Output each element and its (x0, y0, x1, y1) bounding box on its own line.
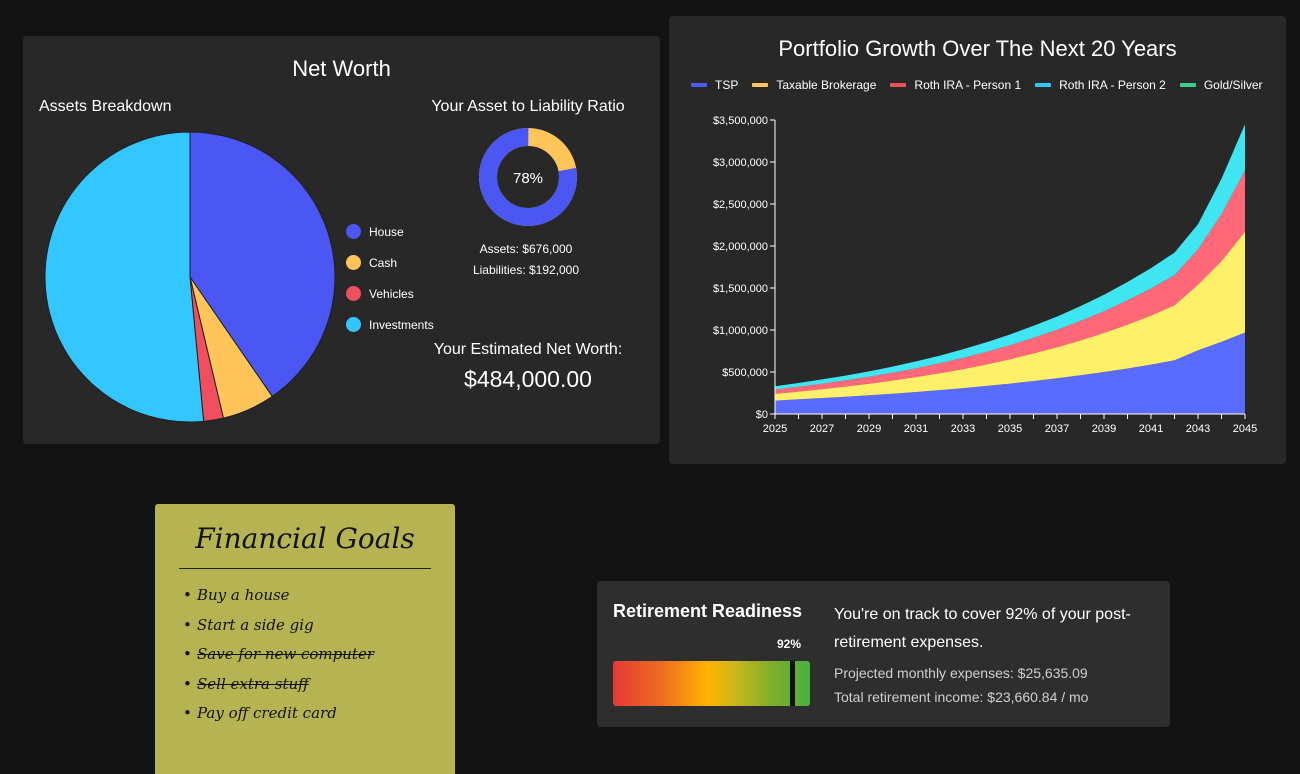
x-tick-label: 2045 (1233, 423, 1257, 435)
gold-silver-swatch (1179, 83, 1196, 87)
legend-label-tsp: TSP (715, 78, 739, 92)
retirement-income: Total retirement income: $23,660.84 / mo (834, 689, 1089, 705)
x-tick-label: 2037 (1045, 423, 1069, 435)
y-tick-label: $1,500,000 (713, 283, 768, 295)
legend-label-roth-ira-person-2: Roth IRA - Person 2 (1059, 78, 1166, 92)
retirement-readiness-title: Retirement Readiness (613, 601, 803, 621)
readiness-percent: 92% (777, 637, 802, 651)
portfolio-growth-chart[interactable]: $0 $500,000 $1,000,000 $1,500,000 $2,000,000… (669, 106, 1286, 456)
goal-text: Pay off credit card (197, 704, 337, 722)
x-tick-label: 2029 (857, 423, 881, 435)
growth-chart-title: Portfolio Growth Over The Next 20 Years (778, 36, 1177, 61)
goal-text: Start a side gig (197, 615, 314, 634)
legend-label-roth-ira-person-1: Roth IRA - Person 1 (914, 78, 1022, 92)
y-tick-label: $2,000,000 (713, 241, 768, 253)
retirement-readiness-card: Retirement Readiness 92% You're on track… (597, 581, 1170, 727)
cash-color-dot (346, 255, 361, 270)
roth-ira-person-2-swatch (1035, 83, 1052, 87)
goals-title: Financial Goals (195, 522, 415, 555)
readiness-gauge (613, 661, 810, 706)
estimated-net-worth-label: Your Estimated Net Worth: (433, 341, 623, 358)
x-tick-label: 2035 (998, 423, 1022, 435)
investments-color-dot (346, 317, 361, 332)
taxable-brokerage-swatch (752, 83, 769, 87)
vehicles-color-dot (346, 286, 361, 301)
y-tick-label: $2,500,000 (713, 199, 768, 211)
assets-total: Assets: $676,000 (479, 242, 573, 256)
goals-list: Buy a house Start a side gig Save for ne… (183, 584, 374, 732)
estimated-net-worth-value: $484,000.00 (464, 366, 592, 392)
goal-item-completed[interactable]: Save for new computer (183, 643, 374, 673)
net-worth-card: Net Worth Assets Breakdown House Cash Ve… (23, 36, 660, 444)
y-tick-label: $0 (756, 409, 768, 421)
legend-item-gold-silver[interactable]: Gold/Silver (1179, 78, 1263, 92)
legend-item-investments[interactable]: Investments (346, 317, 434, 332)
legend-label-gold-silver: Gold/Silver (1203, 78, 1263, 92)
goal-item-completed[interactable]: Sell extra stuff (183, 673, 374, 703)
assets-breakdown-heading: Assets Breakdown (39, 98, 172, 115)
goal-item[interactable]: Pay off credit card (183, 702, 374, 732)
legend-item-taxable-brokerage[interactable]: Taxable Brokerage (752, 78, 876, 92)
financial-goals-note: Financial Goals Buy a house Start a side… (155, 504, 455, 774)
legend-item-house[interactable]: House (346, 224, 404, 239)
legend-item-roth-ira-person-2[interactable]: Roth IRA - Person 2 (1035, 78, 1166, 92)
projected-expenses: Projected monthly expenses: $25,635.09 (834, 665, 1088, 681)
legend-label-investments: Investments (369, 317, 434, 332)
assets-pie-chart[interactable] (41, 128, 339, 426)
legend-item-roth-ira-person-1[interactable]: Roth IRA - Person 1 (890, 78, 1021, 92)
portfolio-growth-card: Portfolio Growth Over The Next 20 Years … (669, 16, 1286, 464)
liabilities-total: Liabilities: $192,000 (472, 263, 580, 277)
goal-text: Save for new computer (197, 645, 374, 663)
x-tick-label: 2031 (904, 423, 928, 435)
legend-label-house: House (369, 224, 404, 239)
tsp-swatch (691, 83, 707, 87)
y-tick-label: $500,000 (722, 367, 768, 379)
x-tick-label: 2043 (1186, 423, 1210, 435)
legend-label-cash: Cash (369, 255, 398, 270)
net-worth-title: Net Worth (292, 56, 391, 81)
goal-text: Buy a house (197, 586, 290, 604)
legend-label-vehicles: Vehicles (369, 286, 414, 301)
legend-item-vehicles[interactable]: Vehicles (346, 286, 414, 301)
goal-item[interactable]: Buy a house (183, 584, 374, 614)
ratio-heading: Your Asset to Liability Ratio (431, 98, 625, 115)
y-tick-label: $1,000,000 (713, 325, 768, 337)
goal-text: Sell extra stuff (197, 674, 309, 693)
x-tick-label: 2025 (763, 423, 787, 435)
x-tick-label: 2041 (1139, 423, 1163, 435)
y-tick-label: $3,500,000 (713, 115, 768, 127)
ratio-percent: 78% (513, 170, 543, 187)
roth-ira-person-1-swatch (890, 83, 907, 87)
legend-item-cash[interactable]: Cash (346, 255, 397, 270)
x-tick-label: 2027 (810, 423, 834, 435)
goals-divider (179, 568, 431, 569)
goal-item[interactable]: Start a side gig (183, 614, 374, 644)
growth-chart-legend: TSP Taxable Brokerage Roth IRA - Person … (691, 78, 1277, 92)
readiness-message: You're on track to cover 92% of your pos… (834, 606, 1131, 651)
y-tick-label: $3,000,000 (713, 157, 768, 169)
readiness-marker (790, 661, 796, 706)
legend-label-taxable-brokerage: Taxable Brokerage (776, 78, 877, 92)
legend-item-tsp[interactable]: TSP (691, 78, 738, 92)
pie-slice-investments[interactable] (44, 131, 205, 423)
house-color-dot (346, 224, 361, 239)
x-tick-label: 2039 (1092, 423, 1116, 435)
x-tick-label: 2033 (951, 423, 975, 435)
asset-liability-donut-chart: 78% (479, 128, 577, 226)
